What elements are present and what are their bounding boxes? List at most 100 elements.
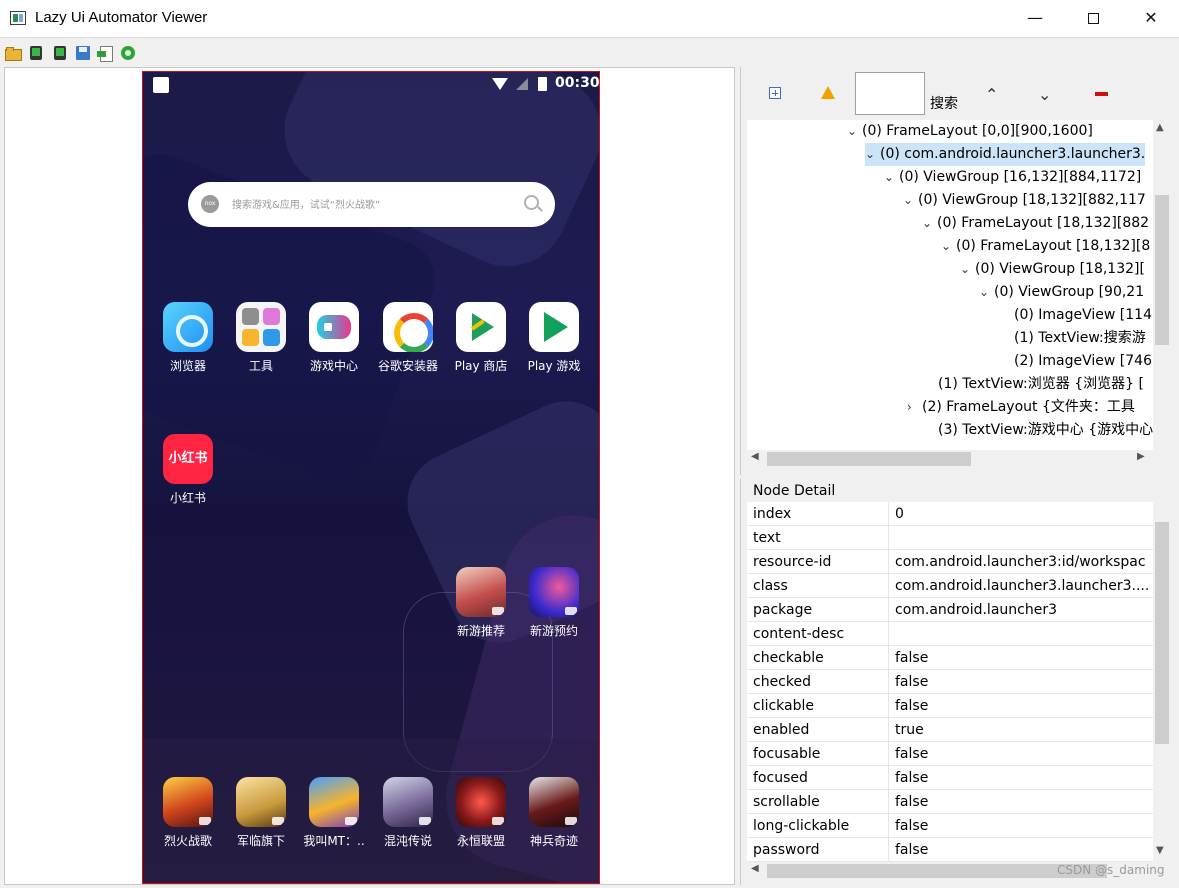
search-next-icon[interactable]: ⌄ bbox=[1038, 85, 1051, 104]
scroll-thumb[interactable] bbox=[1155, 522, 1169, 744]
detail-row[interactable]: long-clickable false bbox=[747, 814, 1153, 838]
detail-key: enabled bbox=[753, 722, 810, 738]
minimize-button[interactable]: — bbox=[1006, 0, 1064, 36]
search-prev-icon[interactable]: ⌃ bbox=[985, 85, 998, 104]
tree-node[interactable]: (3) TextView:游戏中心 {游戏中心 bbox=[923, 419, 1153, 442]
tree-node[interactable]: › (2) FrameLayout {文件夹：工具 bbox=[907, 396, 1135, 419]
scroll-right-arrow-icon[interactable]: ▶ bbox=[1137, 451, 1145, 462]
app-new-games-reserve[interactable]: 新游预约 bbox=[517, 567, 591, 639]
detail-vertical-scrollbar[interactable]: ▼ bbox=[1153, 502, 1171, 862]
detail-key: long-clickable bbox=[753, 818, 850, 834]
warning-icon[interactable] bbox=[821, 86, 835, 99]
tree-vertical-scrollbar[interactable]: ▲ bbox=[1153, 120, 1171, 450]
tree-node[interactable]: ⌄ (0) FrameLayout [18,132][8 bbox=[941, 235, 1150, 258]
node-detail-title: Node Detail bbox=[753, 483, 836, 499]
save-icon[interactable] bbox=[75, 45, 91, 61]
chevron-right-icon[interactable]: › bbox=[907, 396, 922, 419]
refresh-icon[interactable] bbox=[120, 45, 136, 61]
device-screenshot-compressed-icon[interactable] bbox=[52, 45, 68, 61]
detail-row[interactable]: focusable false bbox=[747, 742, 1153, 766]
chevron-down-icon[interactable]: ⌄ bbox=[960, 258, 975, 281]
app-play-store[interactable]: Play 商店 bbox=[444, 302, 518, 374]
detail-row[interactable]: class com.android.launcher3.launcher3.... bbox=[747, 574, 1153, 598]
tree-node[interactable]: ⌄ (0) ViewGroup [16,132][884,1172] bbox=[884, 166, 1141, 189]
chevron-down-icon[interactable]: ⌄ bbox=[941, 235, 956, 258]
dock-app[interactable]: 军临旗下 bbox=[224, 777, 298, 849]
scroll-left-arrow-icon[interactable]: ◀ bbox=[751, 863, 759, 874]
detail-row[interactable]: resource-id com.android.launcher3:id/work… bbox=[747, 550, 1153, 574]
chevron-down-icon[interactable]: ⌄ bbox=[903, 189, 918, 212]
scroll-left-arrow-icon[interactable]: ◀ bbox=[751, 451, 759, 462]
open-folder-icon[interactable] bbox=[5, 45, 22, 61]
dock-app[interactable]: 神兵奇迹 bbox=[517, 777, 591, 849]
detail-row[interactable]: enabled true bbox=[747, 718, 1153, 742]
scroll-thumb[interactable] bbox=[767, 864, 1107, 878]
detail-row[interactable]: scrollable false bbox=[747, 790, 1153, 814]
tree-node[interactable]: ⌄ (0) com.android.launcher3.launcher3. bbox=[865, 143, 1146, 166]
detail-row[interactable]: text bbox=[747, 526, 1153, 550]
detail-row[interactable]: checkable false bbox=[747, 646, 1153, 670]
detail-row[interactable]: checked false bbox=[747, 670, 1153, 694]
tree-node[interactable]: ⌄ (0) ViewGroup [90,21 bbox=[979, 281, 1144, 304]
scroll-thumb[interactable] bbox=[767, 452, 971, 466]
chevron-down-icon[interactable]: ⌄ bbox=[865, 143, 880, 166]
app-browser[interactable]: 浏览器 bbox=[151, 302, 225, 374]
detail-row[interactable]: clickable false bbox=[747, 694, 1153, 718]
close-button[interactable]: ✕ bbox=[1122, 0, 1179, 36]
tree-search-input[interactable] bbox=[855, 72, 925, 115]
game-yongheng-icon bbox=[456, 777, 506, 827]
detail-row[interactable]: focused false bbox=[747, 766, 1153, 790]
xiaohongshu-icon: 小红书 bbox=[163, 434, 213, 484]
hierarchy-tree[interactable]: ⌄ (0) FrameLayout [0,0][900,1600] ⌄ (0) com… bbox=[747, 120, 1153, 450]
clear-search-icon[interactable] bbox=[1095, 92, 1108, 96]
detail-row[interactable]: password false bbox=[747, 838, 1153, 862]
tree-node[interactable]: ⌄ (0) ViewGroup [18,132][ bbox=[960, 258, 1145, 281]
detail-value: false bbox=[895, 746, 929, 762]
app-google-installer[interactable]: 谷歌安装器 bbox=[371, 302, 445, 374]
tree-node[interactable]: ⌄ (0) FrameLayout [0,0][900,1600] bbox=[847, 120, 1093, 143]
scroll-up-arrow-icon[interactable]: ▲ bbox=[1156, 122, 1164, 133]
app-play-games[interactable]: Play 游戏 bbox=[517, 302, 591, 374]
tree-node[interactable]: ⌄ (0) ViewGroup [18,132][882,117 bbox=[903, 189, 1146, 212]
app-xiaohongshu[interactable]: 小红书 小红书 bbox=[151, 434, 225, 506]
import-icon[interactable] bbox=[97, 45, 113, 62]
detail-row[interactable]: package com.android.launcher3 bbox=[747, 598, 1153, 622]
app-game-center[interactable]: 游戏中心 bbox=[297, 302, 371, 374]
close-icon: ✕ bbox=[1144, 8, 1158, 27]
chevron-down-icon[interactable]: ⌄ bbox=[884, 166, 899, 189]
phone-search-bar[interactable]: nox 搜索游戏&应用，试试“烈火战歌” bbox=[188, 182, 555, 227]
scroll-down-arrow-icon[interactable]: ▼ bbox=[1156, 845, 1164, 856]
tree-horizontal-scrollbar[interactable]: ◀ ▶ bbox=[747, 450, 1153, 468]
column-divider bbox=[888, 502, 889, 526]
app-tools[interactable]: 工具 bbox=[224, 302, 298, 374]
column-divider bbox=[888, 790, 889, 814]
detail-value: false bbox=[895, 650, 929, 666]
phone-search-placeholder: 搜索游戏&应用，试试“烈火战歌” bbox=[232, 200, 381, 211]
chevron-down-icon[interactable]: ⌄ bbox=[979, 281, 994, 304]
tree-node[interactable]: (1) TextView:搜索游 bbox=[999, 327, 1146, 350]
tree-node[interactable]: (0) ImageView [114 bbox=[999, 304, 1152, 327]
chevron-down-icon[interactable]: ⌄ bbox=[922, 212, 937, 235]
search-icon[interactable] bbox=[524, 195, 539, 210]
column-divider bbox=[888, 694, 889, 718]
dock-app[interactable]: 混沌传说 bbox=[371, 777, 445, 849]
dock-app[interactable]: 永恒联盟 bbox=[444, 777, 518, 849]
app-new-games-recommend[interactable]: 新游推荐 bbox=[444, 567, 518, 639]
dock-app[interactable]: 烈火战歌 bbox=[151, 777, 225, 849]
expand-all-icon[interactable] bbox=[769, 87, 781, 99]
maximize-button[interactable] bbox=[1064, 0, 1122, 36]
detail-row[interactable]: content-desc bbox=[747, 622, 1153, 646]
device-screenshot-icon[interactable] bbox=[28, 45, 44, 61]
detail-key: text bbox=[753, 530, 781, 546]
tree-node[interactable]: (1) TextView:浏览器 {浏览器} [ bbox=[923, 373, 1144, 396]
chevron-down-icon[interactable]: ⌄ bbox=[847, 120, 862, 143]
device-screenshot[interactable]: 00:30 nox 搜索游戏&应用，试试“烈火战歌” 浏览器 工具 游戏中心 谷… bbox=[142, 71, 600, 884]
scroll-thumb[interactable] bbox=[1155, 195, 1169, 345]
tree-node[interactable]: ⌄ (0) FrameLayout [18,132][882 bbox=[922, 212, 1149, 235]
status-time: 00:30 bbox=[555, 75, 600, 91]
dock-app[interactable]: 我叫MT：.. bbox=[297, 777, 371, 849]
detail-row[interactable]: index 0 bbox=[747, 502, 1153, 526]
tree-node[interactable]: (2) ImageView [746 bbox=[999, 350, 1152, 373]
detail-key: focusable bbox=[753, 746, 821, 762]
minimize-icon: — bbox=[1027, 8, 1043, 27]
